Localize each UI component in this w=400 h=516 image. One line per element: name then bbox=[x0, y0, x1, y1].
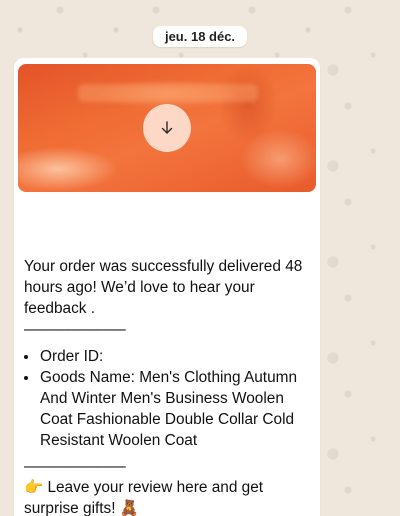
message-intro: Your order was successfully delivered 48… bbox=[24, 258, 303, 317]
image-attachment[interactable] bbox=[18, 64, 316, 192]
divider: ——————— bbox=[24, 458, 126, 475]
goods-name-item: Goods Name: Men's Clothing Autumn And Wi… bbox=[39, 367, 314, 451]
arrow-down-icon bbox=[161, 121, 173, 134]
message-text: Your order was successfully delivered 48… bbox=[24, 256, 314, 516]
image-blur-overlay bbox=[78, 84, 258, 102]
divider: ——————— bbox=[24, 321, 126, 338]
download-button[interactable] bbox=[143, 104, 191, 152]
review-link[interactable]: 👉 Leave your review here and get surpris… bbox=[24, 479, 263, 516]
order-id-item: Order ID: bbox=[39, 346, 314, 367]
order-details-list: Order ID: Goods Name: Men's Clothing Aut… bbox=[24, 346, 314, 451]
date-separator: jeu. 18 déc. bbox=[152, 26, 248, 47]
message-bubble: Your order was successfully delivered 48… bbox=[14, 58, 320, 516]
review-cta[interactable]: 👉 Leave your review here and get surpris… bbox=[24, 477, 314, 516]
